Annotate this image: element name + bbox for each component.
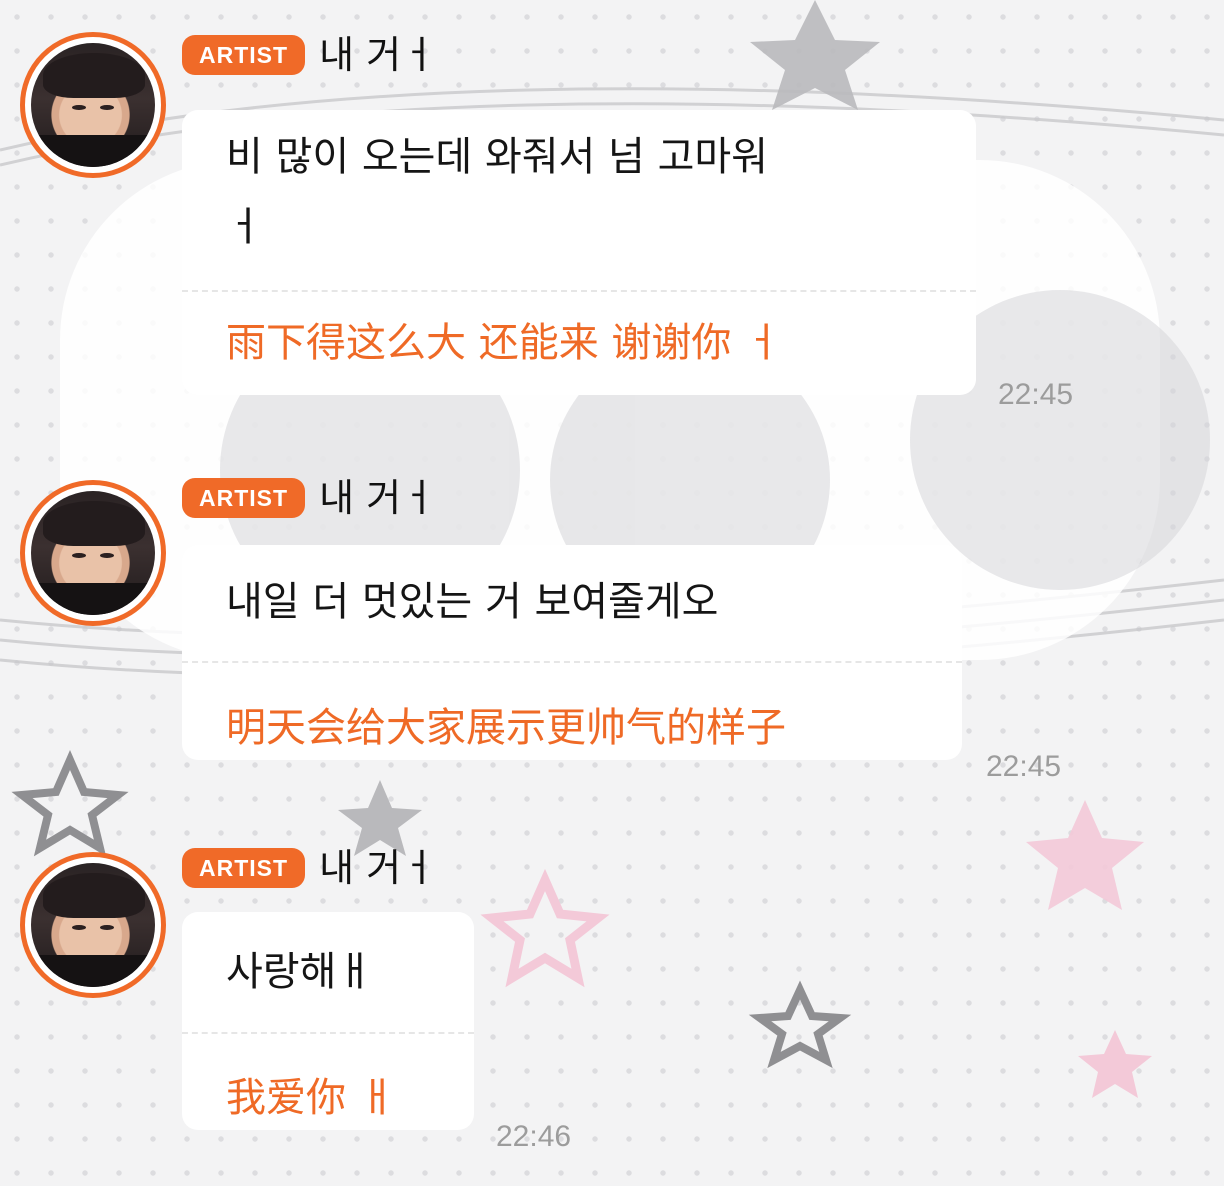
korean-text-line: 비 많이 오는데 와줘서 넘 고마워 <box>226 134 768 180</box>
chinese-translation: 雨下得这么大 还能来 谢谢你 ㅓ <box>226 320 781 366</box>
timestamp: 22:46 <box>496 1120 572 1153</box>
avatar[interactable] <box>20 852 166 998</box>
avatar-photo <box>31 491 155 615</box>
artist-badge: ARTIST <box>182 478 306 518</box>
sender-name: 내 거ㅓ <box>319 846 437 890</box>
message-bubble[interactable]: 내일 더 멋있는 거 보여줄게오 明天会给大家展示更帅气的样子 <box>182 545 962 760</box>
avatar-photo <box>31 863 155 987</box>
divider <box>182 1032 474 1034</box>
sender-row: ARTIST 내 거ㅓ <box>182 475 436 521</box>
divider <box>182 661 962 663</box>
korean-text-line: ㅓ <box>226 204 263 250</box>
artist-badge: ARTIST <box>182 848 306 888</box>
chinese-translation: 明天会给大家展示更帅气的样子 <box>226 705 786 751</box>
avatar[interactable] <box>20 480 166 626</box>
avatar-photo <box>31 43 155 167</box>
message-bubble[interactable]: 비 많이 오는데 와줘서 넘 고마워 ㅓ 雨下得这么大 还能来 谢谢你 ㅓ <box>182 110 976 395</box>
korean-text-line: 사랑해ㅐ <box>226 949 374 995</box>
korean-text-line: 내일 더 멋있는 거 보여줄게오 <box>226 579 719 625</box>
chinese-translation: 我爱你 ㅐ <box>226 1075 396 1121</box>
sender-name: 내 거ㅓ <box>319 33 437 77</box>
divider <box>182 290 976 292</box>
avatar[interactable] <box>20 32 166 178</box>
timestamp: 22:45 <box>986 750 1062 783</box>
sender-name: 내 거ㅓ <box>319 476 437 520</box>
artist-badge: ARTIST <box>182 35 306 75</box>
sender-row: ARTIST 내 거ㅓ <box>182 845 436 891</box>
sender-row: ARTIST 내 거ㅓ <box>182 32 436 78</box>
timestamp: 22:45 <box>998 378 1074 411</box>
message-bubble[interactable]: 사랑해ㅐ 我爱你 ㅐ <box>182 912 474 1130</box>
